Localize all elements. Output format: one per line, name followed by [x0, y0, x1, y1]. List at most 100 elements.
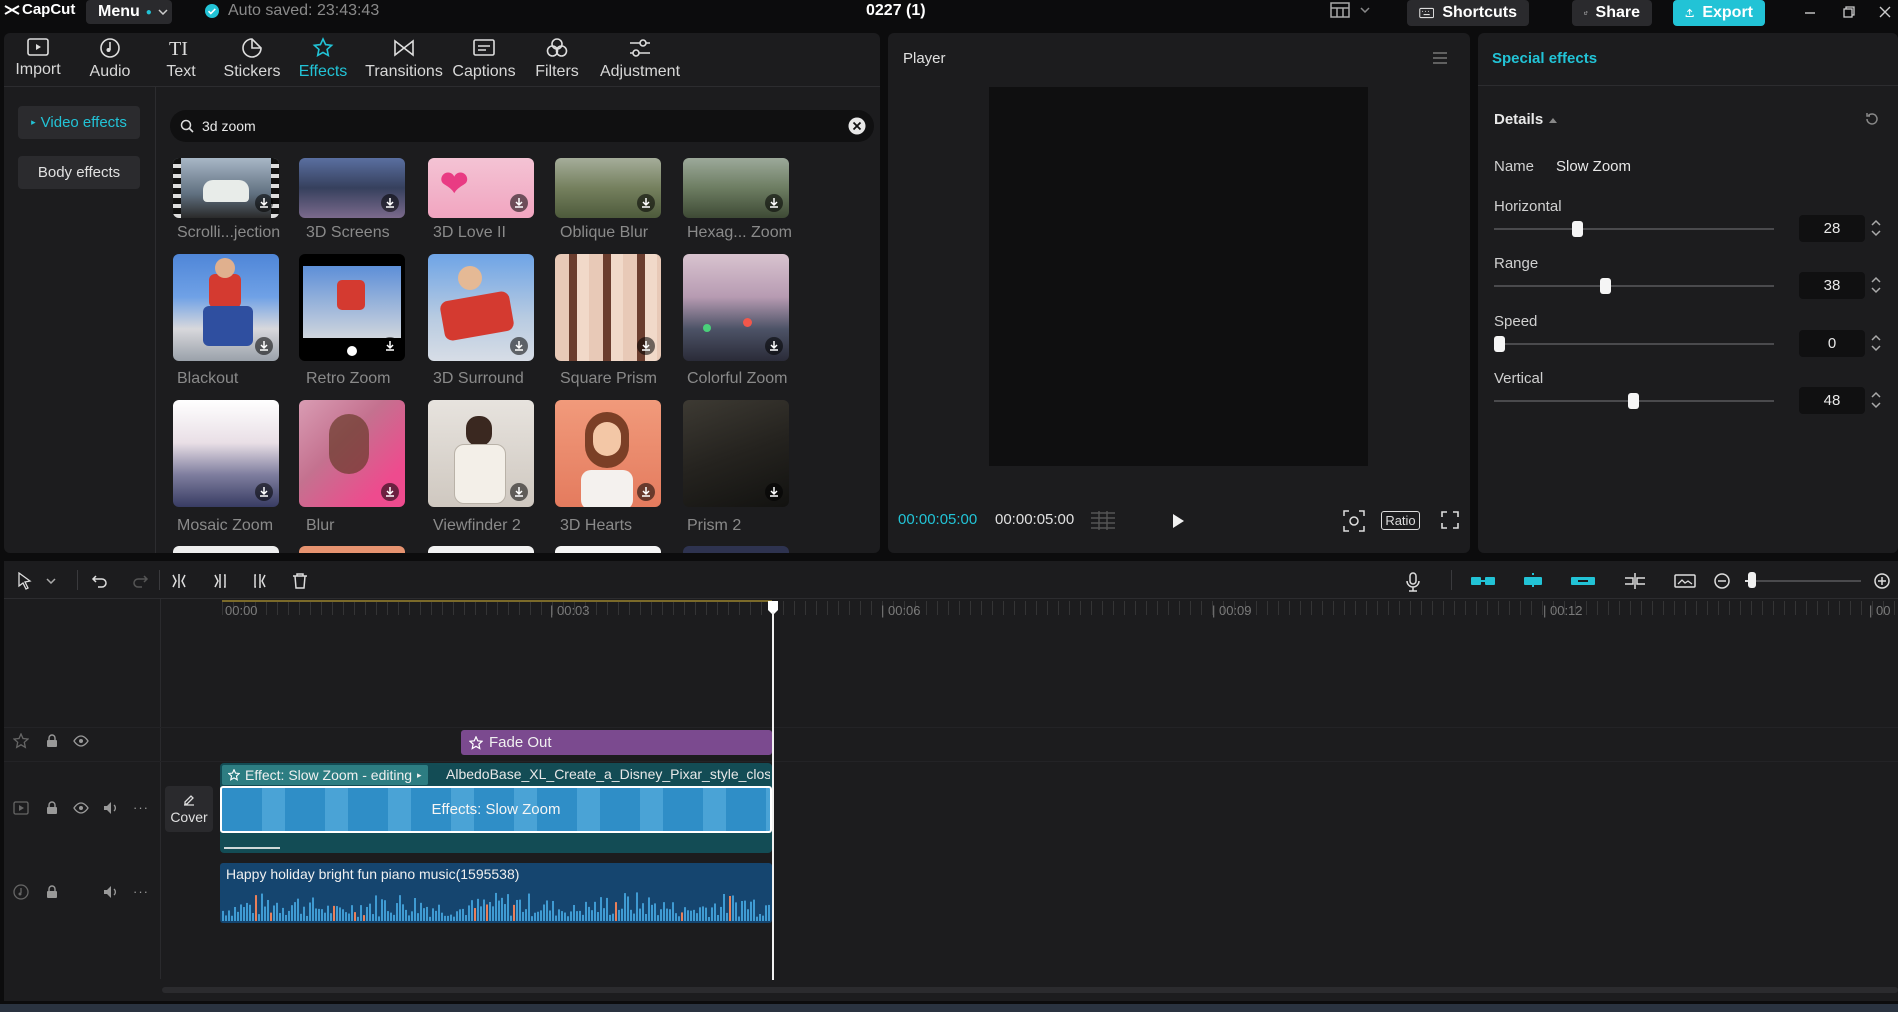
- audio-clip[interactable]: Happy holiday bright fun piano music(159…: [220, 863, 772, 923]
- tool-stickers[interactable]: Stickers: [212, 37, 292, 87]
- param-value-input[interactable]: 48: [1799, 387, 1865, 414]
- effect-thumb[interactable]: [555, 546, 661, 553]
- split-right-icon[interactable]: [251, 572, 269, 590]
- clear-search-icon[interactable]: [848, 117, 866, 135]
- download-icon[interactable]: [381, 337, 399, 355]
- video-preview[interactable]: [989, 87, 1368, 466]
- effect-thumb[interactable]: [555, 158, 661, 218]
- effect-badge[interactable]: Effect: Slow Zoom - editing ▸: [222, 765, 428, 785]
- chevron-down-icon[interactable]: [46, 578, 56, 584]
- effect-thumb[interactable]: [299, 400, 405, 507]
- download-icon[interactable]: [765, 194, 783, 212]
- video-clip[interactable]: Effect: Slow Zoom - editing ▸ AlbedoBase…: [220, 763, 772, 853]
- volume-icon[interactable]: [103, 885, 119, 899]
- layout-button[interactable]: [1330, 2, 1370, 18]
- tool-captions[interactable]: Captions: [444, 37, 524, 87]
- effect-thumb[interactable]: [428, 254, 534, 361]
- more-options-icon[interactable]: ···: [133, 884, 149, 899]
- effect-clip-fade-out[interactable]: Fade Out: [461, 730, 772, 755]
- download-icon[interactable]: [637, 483, 655, 501]
- effect-thumb[interactable]: [299, 546, 405, 553]
- search-input[interactable]: 3d zoom: [202, 118, 256, 134]
- download-icon[interactable]: [381, 483, 399, 501]
- effect-thumb[interactable]: [683, 254, 789, 361]
- download-icon[interactable]: [255, 337, 273, 355]
- menu-button[interactable]: Menu ●: [86, 0, 172, 24]
- effect-thumb[interactable]: [173, 158, 279, 218]
- zoom-slider-knob[interactable]: [1748, 572, 1756, 588]
- main-track-magnet-icon[interactable]: [1470, 572, 1496, 590]
- param-slider-knob[interactable]: [1494, 336, 1505, 352]
- export-button[interactable]: Export: [1673, 0, 1765, 26]
- lock-icon[interactable]: [46, 885, 58, 899]
- play-icon[interactable]: [1170, 512, 1186, 530]
- redo-icon[interactable]: [131, 572, 149, 590]
- split-icon[interactable]: [170, 572, 188, 590]
- effect-thumb[interactable]: [555, 254, 661, 361]
- details-section-header[interactable]: Details: [1494, 111, 1558, 128]
- ratio-button[interactable]: Ratio: [1381, 511, 1420, 530]
- linkage-icon[interactable]: [1570, 572, 1596, 590]
- fullscreen-icon[interactable]: [1441, 511, 1459, 529]
- thumbnail-toggle-icon[interactable]: [1673, 572, 1697, 590]
- auto-snap-icon[interactable]: [1520, 572, 1546, 590]
- param-value-input[interactable]: 38: [1799, 272, 1865, 299]
- effect-thumb[interactable]: ❤: [428, 158, 534, 218]
- effect-thumb[interactable]: [173, 254, 279, 361]
- microphone-icon[interactable]: [1404, 572, 1422, 592]
- effect-thumb[interactable]: [173, 400, 279, 507]
- timeline-scrollbar[interactable]: [162, 987, 1898, 993]
- playhead-line[interactable]: [772, 612, 774, 980]
- tool-transitions[interactable]: Transitions: [364, 37, 444, 87]
- reset-icon[interactable]: [1864, 111, 1880, 127]
- cover-button[interactable]: Cover: [165, 786, 213, 832]
- sidebar-item-body-effects[interactable]: Body effects: [18, 156, 140, 189]
- effect-thumb[interactable]: [683, 158, 789, 218]
- search-bar[interactable]: 3d zoom: [170, 110, 874, 142]
- effect-thumb[interactable]: [428, 400, 534, 507]
- download-icon[interactable]: [510, 483, 528, 501]
- shortcuts-button[interactable]: Shortcuts: [1407, 0, 1529, 26]
- tool-text[interactable]: TI Text: [141, 37, 221, 87]
- download-icon[interactable]: [510, 194, 528, 212]
- param-slider-knob[interactable]: [1572, 221, 1583, 237]
- stepper-icon[interactable]: [1869, 274, 1883, 296]
- minimize-icon[interactable]: [1803, 6, 1817, 20]
- download-icon[interactable]: [765, 337, 783, 355]
- param-value-input[interactable]: 28: [1799, 215, 1865, 242]
- select-cursor-icon[interactable]: [16, 572, 34, 590]
- props-title[interactable]: Special effects: [1492, 50, 1597, 67]
- share-button[interactable]: Share: [1572, 0, 1652, 26]
- download-icon[interactable]: [255, 483, 273, 501]
- download-icon[interactable]: [637, 194, 655, 212]
- tool-filters[interactable]: Filters: [517, 37, 597, 87]
- hamburger-menu-icon[interactable]: [1432, 51, 1448, 65]
- effect-thumb[interactable]: [173, 546, 279, 553]
- stepper-icon[interactable]: [1869, 389, 1883, 411]
- lock-icon[interactable]: [46, 801, 58, 815]
- split-left-icon[interactable]: [211, 572, 229, 590]
- zoom-in-icon[interactable]: [1873, 572, 1891, 590]
- tool-effects[interactable]: Effects: [283, 37, 363, 87]
- eye-icon[interactable]: [73, 802, 89, 814]
- tool-audio[interactable]: Audio: [70, 37, 150, 87]
- fit-screen-icon[interactable]: [1343, 510, 1365, 532]
- download-icon[interactable]: [637, 337, 655, 355]
- param-value-input[interactable]: 0: [1799, 330, 1865, 357]
- effect-thumb[interactable]: [299, 158, 405, 218]
- effect-thumb[interactable]: [683, 400, 789, 507]
- zoom-out-icon[interactable]: [1713, 572, 1731, 590]
- param-slider-track[interactable]: [1494, 285, 1774, 287]
- close-window-icon[interactable]: [1878, 5, 1892, 19]
- tool-import[interactable]: Import: [0, 37, 78, 87]
- param-slider-knob[interactable]: [1628, 393, 1639, 409]
- download-icon[interactable]: [255, 194, 273, 212]
- effect-thumb[interactable]: [428, 546, 534, 553]
- download-icon[interactable]: [765, 483, 783, 501]
- stepper-icon[interactable]: [1869, 217, 1883, 239]
- delete-icon[interactable]: [291, 572, 309, 590]
- download-icon[interactable]: [381, 194, 399, 212]
- tool-adjustment[interactable]: Adjustment: [595, 37, 685, 87]
- effect-thumb[interactable]: [683, 546, 789, 553]
- zoom-slider-track[interactable]: [1745, 580, 1861, 582]
